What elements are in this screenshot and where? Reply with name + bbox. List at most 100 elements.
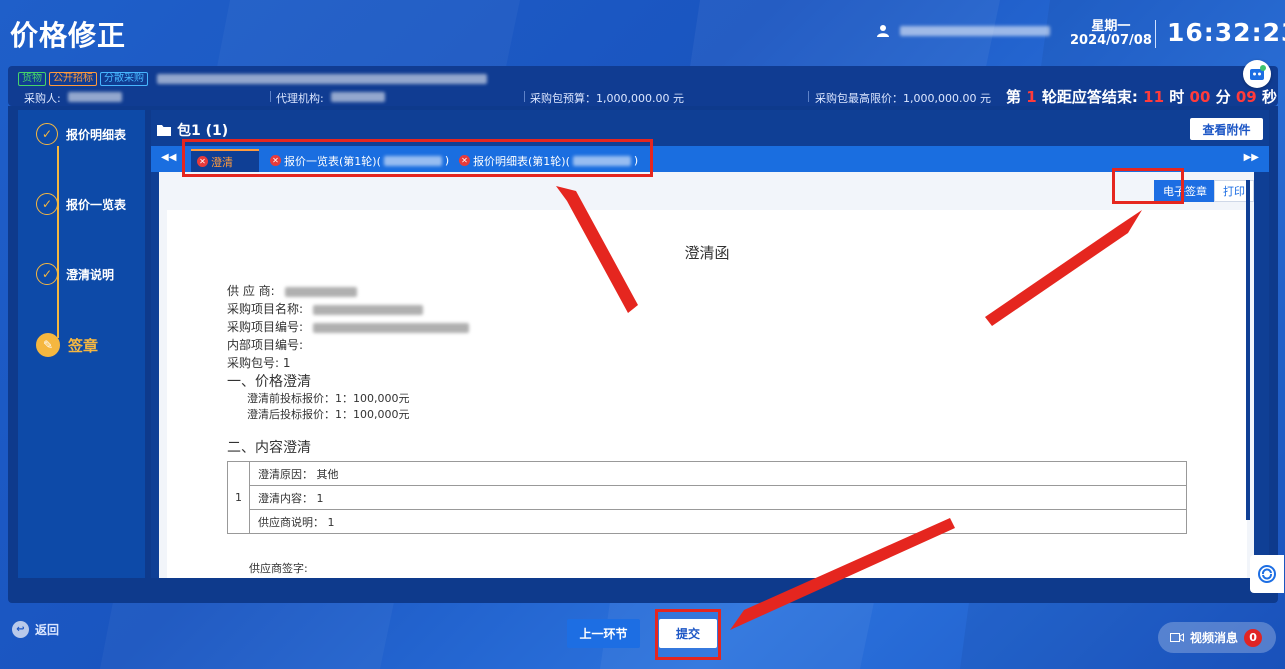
date-display: 星期一 2024/07/08	[1070, 20, 1152, 48]
tag-open-bidding: 公开招标	[49, 72, 97, 86]
clarification-table: 1 澄清原因： 其他 澄清内容： 1 供应商说明： 1	[227, 461, 1187, 534]
countdown-minutes: 00	[1189, 88, 1211, 106]
doc-internal-code: 内部项目编号:	[227, 338, 304, 352]
refresh-icon	[1258, 565, 1276, 583]
package-title-text: 包1 (1)	[177, 123, 229, 139]
video-message-button[interactable]: 视频消息 0	[1158, 622, 1276, 653]
doc-title: 澄清函	[684, 244, 730, 262]
doc-supplier: 供 应 商:	[227, 282, 357, 299]
date: 2024/07/08	[1070, 33, 1152, 48]
countdown-round: 1	[1026, 88, 1037, 106]
step-label: 报价明细表	[66, 127, 127, 142]
page-title: 价格修正	[10, 19, 127, 52]
doc-section-price: 一、价格澄清	[227, 374, 311, 390]
assistant-button[interactable]	[1243, 60, 1271, 88]
tag-goods: 货物	[18, 72, 46, 86]
doc-project-code: 采购项目编号:	[227, 318, 469, 335]
doc-project-name: 采购项目名称:	[227, 300, 423, 317]
table-row: 1 澄清原因： 其他	[227, 461, 1187, 534]
project-tags: 货物 公开招标 分散采购	[18, 72, 487, 86]
tab-clarification[interactable]: ✕ 澄清	[191, 149, 259, 172]
project-info-bar: 货物 公开招标 分散采购 采购人: 代理机构: 采购包预算：1,000,000.…	[8, 66, 1278, 106]
document-area: 电子签章 打印 澄清函 供 应 商: 采购项目名称: 采购项目编号: 内部项目编…	[159, 172, 1254, 578]
main-panel: ✓ 报价明细表 ✓ 报价一览表 ✓ 澄清说明 ✎ 签章 包1 (1) 查看附件 …	[8, 106, 1278, 603]
scroll-right-icon[interactable]: ▶▶	[1244, 152, 1259, 163]
e-signature-button[interactable]: 电子签章	[1154, 180, 1216, 202]
project-name-redacted	[157, 74, 487, 84]
robot-icon	[1250, 65, 1266, 80]
clock: 16:32:23	[1167, 18, 1285, 47]
purchaser-label: 采购人:	[24, 92, 61, 105]
doc-package-no: 采购包号: 1	[227, 356, 291, 370]
countdown: 第 1 轮距应答结束: 11 时 00 分 09 秒	[1006, 86, 1277, 107]
user-name-redacted	[900, 26, 1050, 36]
view-attachments-button[interactable]: 查看附件	[1190, 118, 1263, 140]
previous-step-button[interactable]: 上一环节	[567, 619, 640, 648]
scroll-left-icon[interactable]: ◀◀	[161, 152, 176, 163]
close-icon[interactable]: ✕	[270, 155, 281, 166]
redacted	[383, 155, 442, 166]
tab-label: 澄清	[211, 155, 233, 169]
table-row: 供应商说明： 1	[228, 509, 1187, 534]
video-icon	[1170, 633, 1184, 642]
minutes-unit: 分	[1215, 88, 1231, 106]
doc-after-price: 澄清后投标报价：1：100,000元	[247, 408, 410, 421]
countdown-seconds: 09	[1235, 88, 1257, 106]
agency: 代理机构:	[276, 90, 386, 106]
tab-quote-summary[interactable]: ✕ 报价一览表(第1轮)( )	[264, 149, 455, 172]
back-icon: ↩	[12, 621, 29, 638]
check-icon: ✓	[36, 263, 58, 285]
step-connector	[57, 146, 59, 338]
user-icon	[877, 25, 889, 37]
table-index: 1	[227, 461, 250, 534]
seconds-unit: 秒	[1261, 88, 1277, 106]
close-icon[interactable]: ✕	[197, 156, 208, 167]
video-message-label: 视频消息	[1190, 631, 1239, 645]
table-cell: 澄清原因： 其他	[249, 461, 1187, 486]
doc-signature: 供应商签字:	[249, 562, 308, 575]
doc-date: 2024-07-08	[1123, 576, 1187, 578]
tab-quote-detail[interactable]: ✕ 报价明细表(第1轮)( )	[453, 149, 644, 172]
clock-divider	[1155, 20, 1156, 48]
agency-label: 代理机构:	[276, 92, 324, 105]
max-price: 采购包最高限价：1,000,000.00 元	[815, 92, 991, 105]
close-icon[interactable]: ✕	[459, 155, 470, 166]
tab-bar: ◀◀ ✕ 澄清 ✕ 报价一览表(第1轮)( ) ✕ 报价明细表(第1轮)( ) …	[151, 146, 1269, 172]
step-sidebar: ✓ 报价明细表 ✓ 报价一览表 ✓ 澄清说明 ✎ 签章	[18, 110, 145, 578]
folder-icon	[157, 125, 171, 136]
content-area: 包1 (1) 查看附件 ◀◀ ✕ 澄清 ✕ 报价一览表(第1轮)( ) ✕ 报价…	[151, 110, 1269, 578]
step-sign[interactable]: ✎ 签章	[36, 333, 98, 357]
step-label: 报价一览表	[66, 197, 127, 212]
doc-before-price: 澄清前投标报价：1：100,000元	[247, 392, 410, 405]
back-label: 返回	[35, 623, 60, 637]
step-quote-summary[interactable]: ✓ 报价一览表	[36, 193, 126, 215]
purchaser: 采购人:	[24, 90, 123, 106]
table-row: 澄清内容： 1	[228, 485, 1187, 510]
countdown-prefix: 第	[1006, 88, 1022, 106]
separator	[808, 91, 809, 102]
agency-redacted	[331, 92, 386, 102]
purchaser-redacted	[68, 92, 123, 102]
step-label: 澄清说明	[66, 267, 115, 282]
video-message-count: 0	[1244, 628, 1263, 647]
submit-button[interactable]: 提交	[659, 619, 717, 648]
table-cell: 供应商说明： 1	[249, 509, 1187, 534]
redacted	[572, 155, 631, 166]
back-button[interactable]: ↩ 返回	[12, 621, 59, 638]
clarification-letter: 澄清函 供 应 商: 采购项目名称: 采购项目编号: 内部项目编号: 采购包号:…	[167, 210, 1247, 578]
scrollbar[interactable]	[1246, 180, 1250, 520]
check-icon: ✓	[36, 193, 58, 215]
hours-unit: 时	[1169, 88, 1185, 106]
separator	[270, 91, 271, 102]
weekday: 星期一	[1091, 19, 1131, 34]
user-info[interactable]	[876, 24, 1050, 38]
float-service-button[interactable]	[1250, 555, 1284, 593]
step-quote-detail[interactable]: ✓ 报价明细表	[36, 123, 126, 145]
countdown-text: 轮距应答结束:	[1041, 88, 1138, 106]
tab-label: 报价明细表(第1轮)(	[473, 154, 570, 168]
tab-label: 报价一览表(第1轮)(	[284, 154, 381, 168]
doc-section-content: 二、内容澄清	[227, 440, 311, 456]
step-clarification[interactable]: ✓ 澄清说明	[36, 263, 114, 285]
tag-decentralized: 分散采购	[100, 72, 148, 86]
package-title: 包1 (1)	[157, 120, 228, 140]
